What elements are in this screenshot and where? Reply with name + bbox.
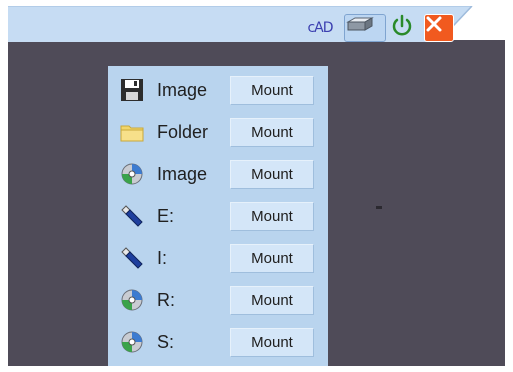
mount-row-label: Image bbox=[157, 164, 208, 184]
mount-row-drive-s: S: Mount bbox=[108, 322, 328, 362]
mount-row-label: E: bbox=[157, 206, 175, 226]
mount-button[interactable]: Mount bbox=[230, 202, 314, 231]
mount-button[interactable]: Mount bbox=[230, 76, 314, 105]
mount-button[interactable]: Mount bbox=[230, 328, 314, 357]
usb-drive-icon bbox=[121, 205, 143, 227]
mount-row-label: I: bbox=[157, 248, 168, 268]
top-toolbar: cAD bbox=[8, 6, 513, 42]
mount-row-label: R: bbox=[157, 290, 175, 310]
usb-drive-icon bbox=[121, 247, 143, 269]
mount-row-drive-i: I: Mount bbox=[108, 238, 328, 278]
mount-row-image-floppy: Image Mount bbox=[108, 70, 328, 110]
ctrl-alt-del-button[interactable]: cAD bbox=[301, 14, 339, 42]
close-button[interactable] bbox=[424, 14, 454, 42]
floppy-disk-icon bbox=[121, 79, 143, 101]
mount-button[interactable]: Mount bbox=[230, 244, 314, 273]
power-button[interactable] bbox=[390, 14, 420, 42]
mouse-cursor bbox=[376, 206, 382, 209]
cd-disc-icon bbox=[121, 331, 143, 353]
screen: cAD Image Mount Folder Mount Image Mount… bbox=[0, 0, 513, 372]
ctrl-alt-del-label: cAD bbox=[307, 20, 333, 36]
mount-row-folder: Folder Mount bbox=[108, 112, 328, 152]
folder-icon bbox=[120, 125, 144, 142]
power-icon bbox=[392, 14, 412, 36]
drive-button[interactable] bbox=[344, 14, 386, 42]
mount-row-label: S: bbox=[157, 332, 175, 352]
mount-button[interactable]: Mount bbox=[230, 118, 314, 147]
cd-disc-icon bbox=[121, 289, 143, 311]
mount-row-label: Image bbox=[157, 80, 208, 100]
close-icon bbox=[426, 16, 442, 32]
mount-row-image-cd: Image Mount bbox=[108, 154, 328, 194]
mount-row-drive-r: R: Mount bbox=[108, 280, 328, 320]
cd-disc-icon bbox=[121, 163, 143, 185]
mount-panel: Image Mount Folder Mount Image Mount E: … bbox=[108, 66, 328, 366]
mount-button[interactable]: Mount bbox=[230, 160, 314, 189]
mount-row-drive-e: E: Mount bbox=[108, 196, 328, 236]
drive-icon bbox=[346, 17, 374, 31]
mount-button[interactable]: Mount bbox=[230, 286, 314, 315]
mount-row-label: Folder bbox=[157, 122, 209, 142]
